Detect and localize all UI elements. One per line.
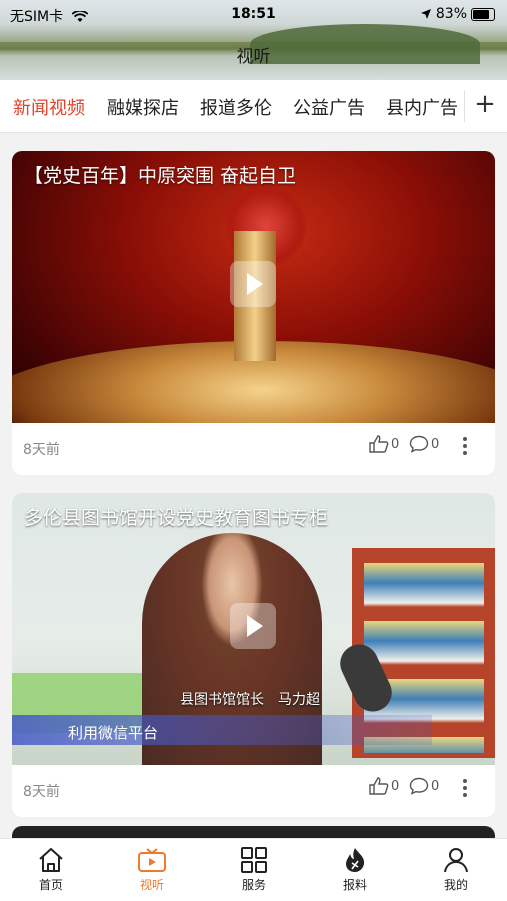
comment-icon	[409, 435, 429, 453]
video-meta: 8天前 0 0	[12, 765, 495, 817]
video-thumbnail[interactable]: 多伦县图书馆开设党史教育图书专柜 县图书馆馆长 马力超 利用微信平台	[12, 493, 495, 765]
header: 无SIM卡 18:51 83% 视听	[0, 0, 507, 80]
comment-icon	[409, 777, 429, 795]
more-options-icon[interactable]	[463, 437, 467, 458]
category-tabs: 新闻视频 融媒探店 报道多伦 公益广告 县内广告 +	[0, 80, 507, 133]
tabbar-label: 服务	[241, 878, 266, 892]
flame-icon	[346, 848, 365, 872]
publish-time: 8天前	[23, 784, 60, 800]
tab-county-ads[interactable]: 县内广告	[386, 94, 458, 120]
tabbar-label: 视听	[139, 878, 164, 892]
tv-icon	[138, 848, 166, 872]
add-tab-button[interactable]: +	[471, 90, 499, 118]
video-meta: 8天前 0 0	[12, 423, 495, 475]
next-video-card-peek[interactable]	[12, 826, 495, 838]
comment-count: 0	[431, 436, 440, 452]
tab-news-video[interactable]: 新闻视频	[13, 94, 85, 120]
tabbar-mine[interactable]: 我的	[421, 843, 491, 893]
video-card[interactable]: 多伦县图书馆开设党史教育图书专柜 县图书馆馆长 马力超 利用微信平台 8天前 0…	[12, 493, 495, 817]
status-bar: 无SIM卡 18:51 83%	[0, 6, 507, 25]
tabbar-label: 报料	[342, 878, 367, 892]
tab-public-ads[interactable]: 公益广告	[293, 94, 365, 120]
battery-icon	[471, 7, 495, 21]
play-icon[interactable]	[230, 261, 276, 307]
tabbar-home[interactable]: 首页	[16, 843, 86, 893]
play-icon[interactable]	[230, 603, 276, 649]
comment-button[interactable]: 0	[409, 777, 439, 795]
video-title: 多伦县图书馆开设党史教育图书专柜	[24, 507, 329, 529]
video-subtitle: 利用微信平台	[68, 724, 159, 742]
tab-media-store[interactable]: 融媒探店	[107, 94, 179, 120]
comment-count: 0	[431, 778, 440, 794]
thumbs-up-icon	[369, 777, 389, 795]
comment-button[interactable]: 0	[409, 435, 439, 453]
tabbar-label: 我的	[443, 878, 468, 892]
tab-scroll[interactable]: 新闻视频 融媒探店 报道多伦 公益广告 县内广告	[0, 80, 466, 132]
publish-time: 8天前	[23, 442, 60, 458]
divider	[464, 90, 465, 122]
more-options-icon[interactable]	[463, 779, 467, 800]
tabbar-label: 首页	[38, 878, 63, 892]
home-icon	[39, 848, 63, 872]
like-button[interactable]: 0	[369, 435, 399, 453]
page-title: 视听	[236, 47, 271, 67]
bottom-tab-bar: 首页 视听 服务 报料 我的	[0, 838, 507, 901]
like-button[interactable]: 0	[369, 777, 399, 795]
tab-report-duolun[interactable]: 报道多伦	[200, 94, 272, 120]
video-title: 【党史百年】中原突围 奋起自卫	[24, 165, 297, 187]
like-count: 0	[391, 436, 400, 452]
user-icon	[444, 848, 468, 873]
location-arrow-icon	[420, 9, 431, 19]
video-thumbnail[interactable]: 【党史百年】中原突围 奋起自卫	[12, 151, 495, 423]
video-caption-name: 县图书馆馆长 马力超	[180, 692, 320, 708]
like-count: 0	[391, 778, 400, 794]
battery-percent: 83%	[435, 6, 467, 22]
tabbar-report[interactable]: 报料	[320, 843, 390, 893]
thumbs-up-icon	[369, 435, 389, 453]
tabbar-services[interactable]: 服务	[219, 843, 289, 893]
grid-icon	[241, 847, 267, 873]
tabbar-audiovisual[interactable]: 视听	[117, 843, 187, 893]
video-card[interactable]: 【党史百年】中原突围 奋起自卫 8天前 0 0	[12, 151, 495, 475]
